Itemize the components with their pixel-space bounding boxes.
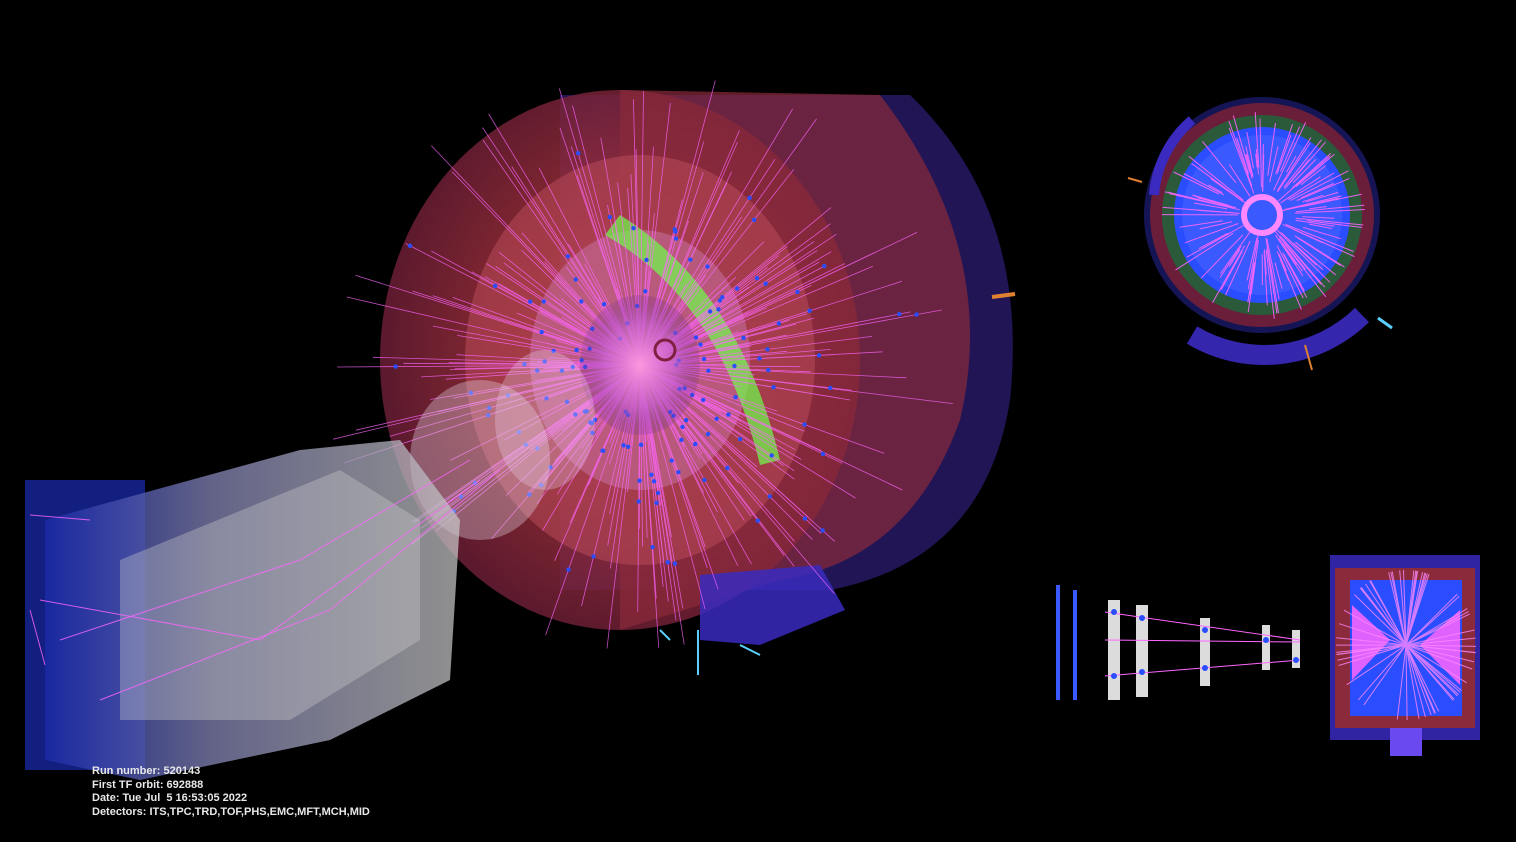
hit xyxy=(765,347,770,352)
hit xyxy=(528,299,533,304)
hit xyxy=(726,412,731,417)
hit xyxy=(763,281,768,286)
event-info: Run number: 520143 First TF orbit: 69288… xyxy=(92,765,370,819)
hit xyxy=(767,494,772,499)
hit xyxy=(625,444,631,449)
hit xyxy=(643,289,648,294)
hit xyxy=(720,295,725,300)
hit xyxy=(492,283,498,289)
hit xyxy=(680,424,685,430)
hit xyxy=(701,356,707,362)
hit xyxy=(574,347,579,353)
hit xyxy=(673,229,678,234)
hit xyxy=(637,478,642,483)
hit xyxy=(733,395,738,400)
hit xyxy=(655,490,661,496)
hit xyxy=(705,431,711,437)
hit xyxy=(914,312,919,317)
hit xyxy=(683,418,689,423)
hit xyxy=(732,363,737,369)
hit xyxy=(566,567,571,572)
hit xyxy=(755,518,760,523)
first-tf-orbit: First TF orbit: 692888 xyxy=(92,778,204,791)
hit xyxy=(631,226,636,231)
hit xyxy=(679,437,684,443)
event-display: Run number: 520143 First TF orbit: 69288… xyxy=(0,0,1516,842)
interaction-core xyxy=(580,295,700,435)
hit xyxy=(802,422,807,427)
hit xyxy=(579,299,584,304)
hit xyxy=(714,416,719,421)
hit xyxy=(688,257,693,262)
hit xyxy=(698,342,703,347)
hit xyxy=(638,442,644,447)
hit xyxy=(766,367,771,373)
hit xyxy=(776,321,782,326)
hit xyxy=(820,451,826,457)
hit xyxy=(702,477,707,483)
hit xyxy=(654,500,659,505)
hit xyxy=(393,364,398,369)
hit xyxy=(644,257,649,263)
hit xyxy=(820,528,825,533)
hit xyxy=(591,554,596,559)
hit xyxy=(665,560,670,565)
hit xyxy=(636,499,641,504)
hit xyxy=(716,307,721,312)
hit xyxy=(738,436,743,442)
hit xyxy=(807,308,812,313)
hit xyxy=(600,448,605,453)
hit xyxy=(651,479,657,484)
hit xyxy=(541,299,546,304)
hit xyxy=(816,353,822,358)
muon-arm xyxy=(25,440,501,780)
hit xyxy=(754,276,760,281)
3d-event-view[interactable] xyxy=(0,0,1516,842)
event-date: Date: Tue Jul 5 16:53:05 2022 xyxy=(92,792,248,804)
hit xyxy=(734,286,740,291)
hit xyxy=(757,356,762,361)
hit xyxy=(701,397,706,403)
hit xyxy=(673,236,679,241)
hit xyxy=(725,465,730,471)
hit xyxy=(539,329,544,335)
hit xyxy=(769,453,774,458)
detector-list: Detectors: ITS,TPC,TRD,TOF,PHS,EMC,MFT,M… xyxy=(92,805,370,818)
hit xyxy=(751,217,757,222)
hit xyxy=(649,472,654,477)
hit xyxy=(897,311,902,317)
hit xyxy=(573,277,578,282)
hit xyxy=(741,335,746,341)
hit xyxy=(576,151,581,156)
hit xyxy=(705,264,710,269)
hit xyxy=(822,263,827,269)
hit xyxy=(828,385,833,391)
hit xyxy=(707,309,713,314)
hit xyxy=(802,516,808,521)
hit xyxy=(693,441,698,447)
hit xyxy=(601,302,607,307)
hit xyxy=(771,385,776,390)
hit xyxy=(650,544,655,550)
hit xyxy=(706,368,711,373)
hit xyxy=(795,289,800,295)
hit xyxy=(747,195,752,201)
hit xyxy=(407,243,413,248)
run-number: Run number: 520143 xyxy=(92,765,201,777)
hit xyxy=(621,443,626,448)
hit xyxy=(676,470,681,475)
hit xyxy=(672,561,678,566)
hit xyxy=(565,254,571,259)
hit xyxy=(607,214,613,220)
hit xyxy=(669,458,674,463)
